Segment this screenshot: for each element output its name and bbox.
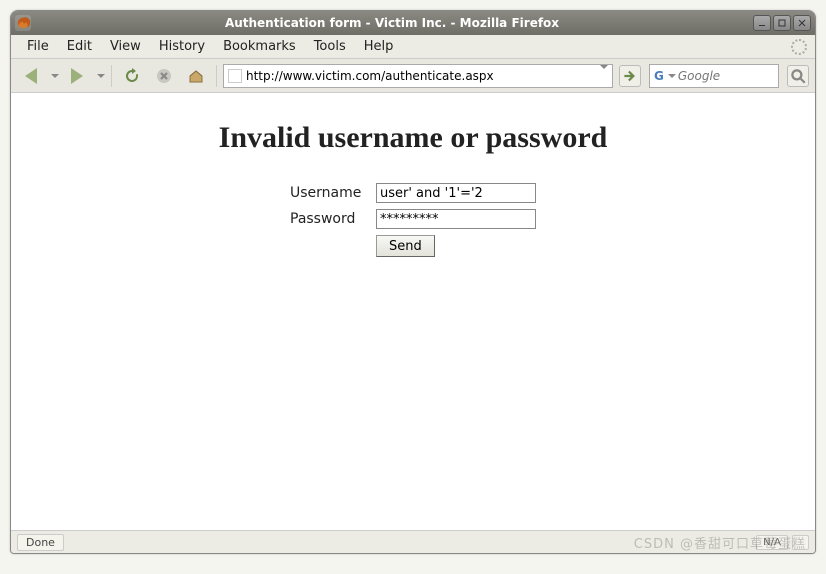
firefox-window: Authentication form - Victim Inc. - Mozi… <box>10 10 816 554</box>
go-button[interactable] <box>619 65 641 87</box>
stop-button[interactable] <box>150 63 178 89</box>
login-form: Username Password Send <box>290 183 536 263</box>
back-button[interactable] <box>17 63 45 89</box>
status-na-indicator: N/A <box>756 535 788 550</box>
url-dropdown-icon[interactable] <box>598 69 608 83</box>
statusbar: Done N/A <box>11 531 815 553</box>
home-button[interactable] <box>182 63 210 89</box>
forward-button[interactable] <box>63 63 91 89</box>
back-arrow-icon <box>25 68 37 84</box>
page-favicon-icon <box>228 69 242 83</box>
menu-view[interactable]: View <box>102 36 149 57</box>
url-input[interactable] <box>246 69 594 83</box>
password-input[interactable] <box>376 209 536 229</box>
reload-button[interactable] <box>118 63 146 89</box>
window-title: Authentication form - Victim Inc. - Mozi… <box>31 16 753 30</box>
menu-tools[interactable]: Tools <box>306 36 354 57</box>
page-content: Invalid username or password Username Pa… <box>11 93 815 531</box>
back-dropdown-icon[interactable] <box>51 74 59 78</box>
reload-icon <box>123 67 141 85</box>
search-engine-icon[interactable]: G <box>654 69 664 83</box>
menu-help[interactable]: Help <box>356 36 402 57</box>
username-label: Username <box>290 185 372 201</box>
maximize-button[interactable] <box>773 15 791 31</box>
titlebar: Authentication form - Victim Inc. - Mozi… <box>11 11 815 35</box>
status-extra-indicator <box>792 535 809 550</box>
close-button[interactable] <box>793 15 811 31</box>
toolbar-separator <box>216 65 217 87</box>
menubar: File Edit View History Bookmarks Tools H… <box>11 35 815 59</box>
firefox-icon <box>15 15 31 31</box>
status-text: Done <box>17 534 64 551</box>
url-bar[interactable] <box>223 64 613 88</box>
navigation-toolbar: G <box>11 59 815 93</box>
stop-icon <box>155 67 173 85</box>
username-input[interactable] <box>376 183 536 203</box>
menu-file[interactable]: File <box>19 36 57 57</box>
toolbar-separator <box>111 65 112 87</box>
menu-history[interactable]: History <box>151 36 213 57</box>
magnifier-icon <box>789 67 807 85</box>
search-bar[interactable]: G <box>649 64 779 88</box>
send-button[interactable]: Send <box>376 235 435 257</box>
search-engine-dropdown-icon[interactable] <box>668 74 676 78</box>
forward-arrow-icon <box>71 68 83 84</box>
home-icon <box>187 67 205 85</box>
throbber-icon <box>791 39 807 55</box>
password-label: Password <box>290 211 372 227</box>
forward-dropdown-icon[interactable] <box>97 74 105 78</box>
menu-bookmarks[interactable]: Bookmarks <box>215 36 304 57</box>
search-go-button[interactable] <box>787 65 809 87</box>
minimize-button[interactable] <box>753 15 771 31</box>
page-heading: Invalid username or password <box>41 121 785 155</box>
go-icon <box>621 67 639 85</box>
menu-edit[interactable]: Edit <box>59 36 100 57</box>
